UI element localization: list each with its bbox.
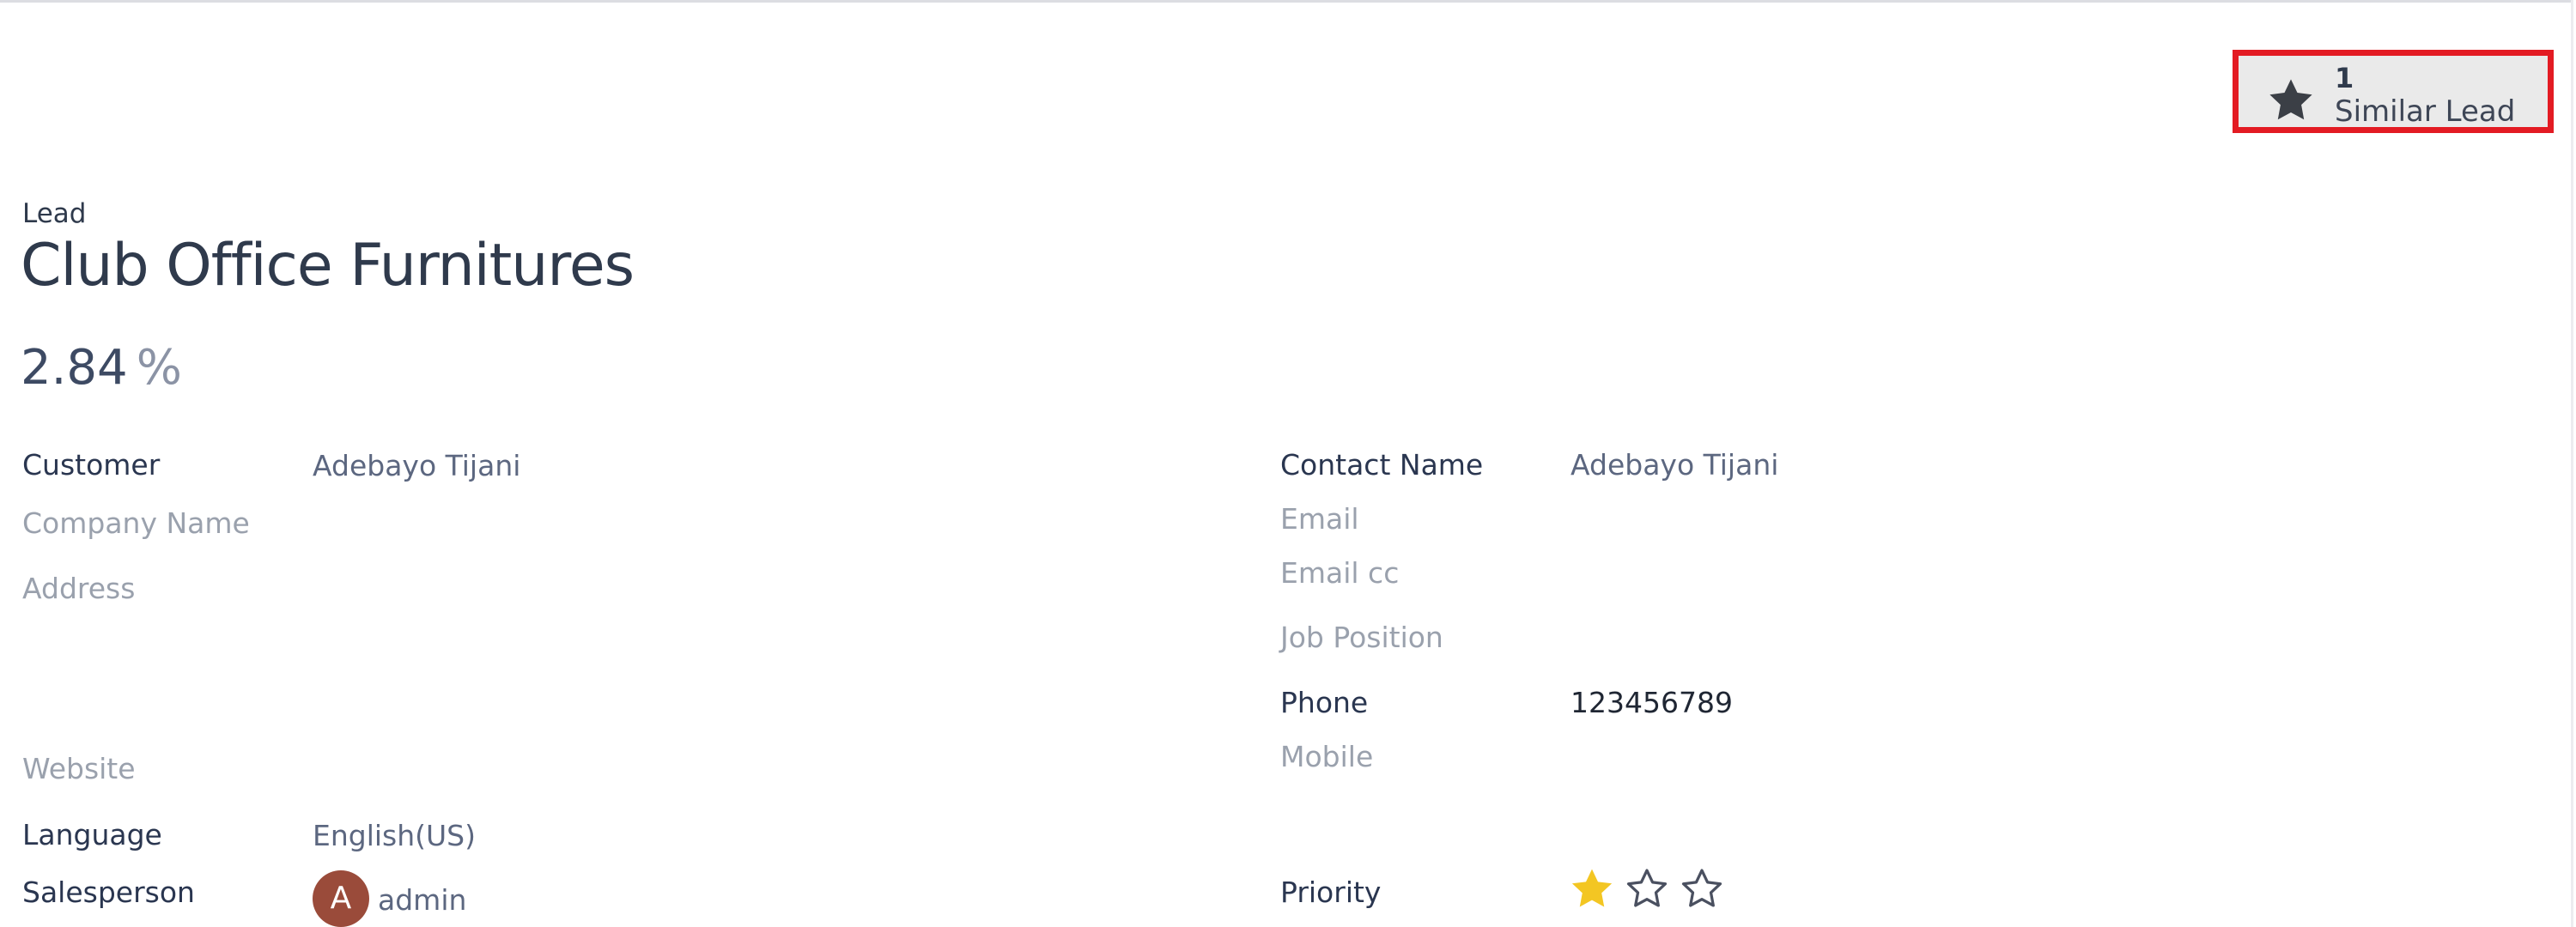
- email-label: Email: [1280, 502, 1359, 536]
- customer-field[interactable]: Adebayo Tijani: [313, 449, 520, 483]
- contact-name-field[interactable]: Adebayo Tijani: [1571, 448, 1778, 482]
- phone-label: Phone: [1280, 686, 1369, 719]
- website-label: Website: [22, 752, 136, 785]
- email-cc-label: Email cc: [1280, 556, 1400, 590]
- priority-widget[interactable]: [1568, 865, 1726, 917]
- priority-star-2-icon[interactable]: [1623, 865, 1671, 913]
- company-name-field[interactable]: [313, 506, 1171, 541]
- customer-label: Customer: [22, 448, 161, 482]
- priority-label: Priority: [1280, 876, 1382, 909]
- email-field[interactable]: [1571, 502, 2429, 536]
- similar-lead-count: 1: [2335, 62, 2354, 94]
- language-field[interactable]: English(US): [313, 819, 476, 853]
- address-label: Address: [22, 572, 136, 605]
- contact-name-label: Contact Name: [1280, 448, 1484, 482]
- language-label: Language: [22, 818, 162, 851]
- similar-lead-label: Similar Lead: [2335, 94, 2516, 129]
- job-position-label: Job Position: [1280, 621, 1443, 654]
- mobile-field[interactable]: [1571, 740, 2429, 774]
- company-name-label: Company Name: [22, 506, 250, 540]
- record-type: Lead: [22, 198, 87, 229]
- similar-lead-button[interactable]: 1 Similar Lead: [2233, 50, 2554, 133]
- address-field[interactable]: [313, 572, 1171, 606]
- salesperson-field[interactable]: admin: [378, 883, 466, 918]
- mobile-label: Mobile: [1280, 740, 1374, 773]
- star-icon: [2269, 79, 2312, 120]
- right-scroll-edge: [2571, 0, 2573, 927]
- priority-star-1-icon[interactable]: [1568, 865, 1616, 913]
- probability[interactable]: 2.84%: [21, 338, 182, 398]
- lead-form: 1 Similar Lead Lead Club Office Furnitur…: [0, 0, 2576, 927]
- probability-unit: %: [136, 340, 182, 396]
- probability-value[interactable]: 2.84: [21, 340, 128, 396]
- salesperson-label: Salesperson: [22, 876, 195, 909]
- lead-title[interactable]: Club Office Furnitures: [21, 230, 635, 302]
- job-position-field[interactable]: [1571, 621, 2429, 655]
- priority-star-3-icon[interactable]: [1678, 865, 1726, 913]
- avatar: A: [313, 870, 369, 927]
- phone-field[interactable]: 123456789: [1571, 686, 1733, 720]
- website-field[interactable]: [313, 752, 1171, 786]
- email-cc-field[interactable]: [1571, 556, 2429, 591]
- top-divider: [0, 0, 2573, 3]
